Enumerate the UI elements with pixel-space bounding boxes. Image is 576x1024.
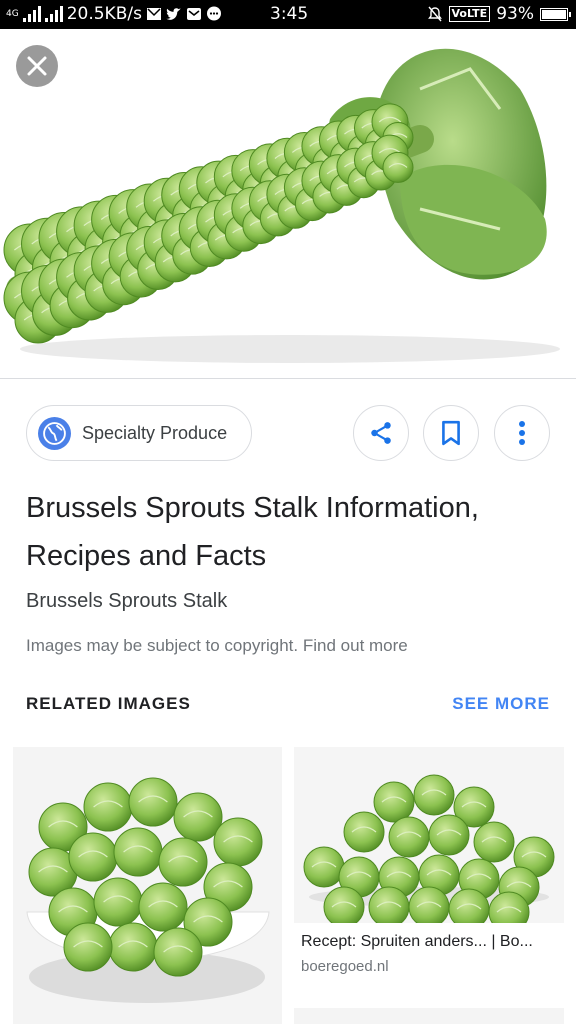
share-icon: [371, 422, 391, 444]
mute-icon: [427, 6, 442, 22]
source-chip[interactable]: Specialty Produce: [26, 405, 252, 461]
share-button[interactable]: [353, 405, 409, 461]
more-options-button[interactable]: [494, 405, 550, 461]
bookmark-button[interactable]: [423, 405, 479, 461]
network-speed: 20.5KB/s: [66, 4, 142, 24]
see-more-link[interactable]: SEE MORE: [452, 694, 550, 714]
main-image[interactable]: [0, 29, 576, 378]
close-button[interactable]: [16, 45, 58, 87]
brussels-sprouts-stalk-image: [3, 48, 560, 363]
sms-icon: [146, 8, 161, 20]
signal-icon: [22, 6, 41, 22]
network-type: 4G: [6, 8, 19, 19]
copyright-text: Images may be subject to copyright.: [26, 636, 299, 655]
clock: 3:45: [270, 4, 309, 24]
related-image-2-source: boeregoed.nl: [301, 958, 389, 975]
bookmark-icon: [442, 420, 460, 446]
twitter-icon: [166, 8, 181, 20]
more-vert-icon: [519, 421, 525, 445]
source-name: Specialty Produce: [82, 422, 228, 443]
find-out-more-link[interactable]: Find out more: [303, 636, 408, 655]
close-icon: [27, 56, 47, 76]
related-image-1[interactable]: [13, 747, 282, 1024]
divider: [0, 378, 576, 379]
image-subtitle: Brussels Sprouts Stalk: [26, 590, 228, 612]
related-image-3[interactable]: [294, 1008, 564, 1024]
sprouts-pile-image: [303, 774, 555, 923]
chat-icon: [206, 6, 221, 21]
sprouts-bowl-image: [26, 777, 270, 1003]
signal-icon-2: [44, 6, 63, 22]
battery-percent: 93%: [496, 4, 534, 24]
related-image-2[interactable]: [294, 747, 564, 923]
related-images-heading: RELATED IMAGES: [26, 694, 191, 713]
related-image-2-title[interactable]: Recept: Spruiten anders... | Bo...: [301, 933, 559, 951]
image-title[interactable]: Brussels Sprouts Stalk Information, Reci…: [26, 484, 546, 580]
battery-icon: [540, 7, 571, 21]
copyright-notice: Images may be subject to copyright. Find…: [26, 636, 408, 656]
globe-icon: [38, 416, 71, 450]
mail-icon: [186, 8, 201, 20]
volte-badge: VoLTE: [448, 6, 491, 22]
status-bar: 4G 20.5KB/s 3:45 VoLTE 93%: [0, 0, 576, 29]
